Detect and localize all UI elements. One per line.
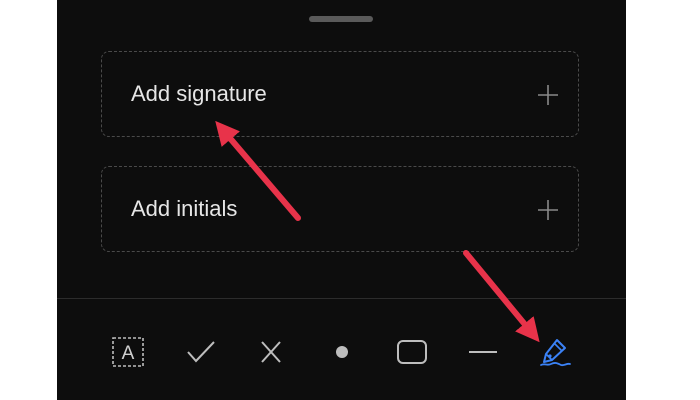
rectangle-icon bbox=[397, 340, 427, 364]
plus-icon bbox=[538, 200, 558, 220]
text-box-glyph: A bbox=[122, 343, 135, 364]
line-tool-button[interactable] bbox=[465, 336, 501, 368]
dot-icon bbox=[336, 346, 348, 358]
cross-tool-button[interactable] bbox=[253, 336, 289, 368]
checkmark-icon bbox=[187, 341, 215, 363]
line-icon bbox=[469, 351, 497, 353]
rectangle-tool-button[interactable] bbox=[394, 336, 430, 368]
sign-tool-button[interactable] bbox=[537, 336, 573, 368]
add-signature-label: Add signature bbox=[131, 81, 267, 106]
text-tool-button[interactable]: A bbox=[110, 336, 146, 368]
checkmark-tool-button[interactable] bbox=[183, 336, 219, 368]
sheet-grab-handle[interactable] bbox=[309, 16, 373, 22]
add-signature-button[interactable]: Add signature bbox=[101, 51, 579, 137]
annotation-toolbar: A bbox=[57, 299, 626, 400]
plus-icon bbox=[538, 85, 558, 105]
dot-tool-button[interactable] bbox=[324, 336, 360, 368]
cross-icon bbox=[261, 341, 281, 363]
fill-and-sign-sheet: Add signature Add initials A bbox=[57, 0, 626, 400]
add-initials-button[interactable]: Add initials bbox=[101, 166, 579, 252]
text-box-icon: A bbox=[112, 337, 144, 367]
pen-sign-icon bbox=[540, 339, 571, 367]
add-initials-label: Add initials bbox=[131, 196, 238, 221]
